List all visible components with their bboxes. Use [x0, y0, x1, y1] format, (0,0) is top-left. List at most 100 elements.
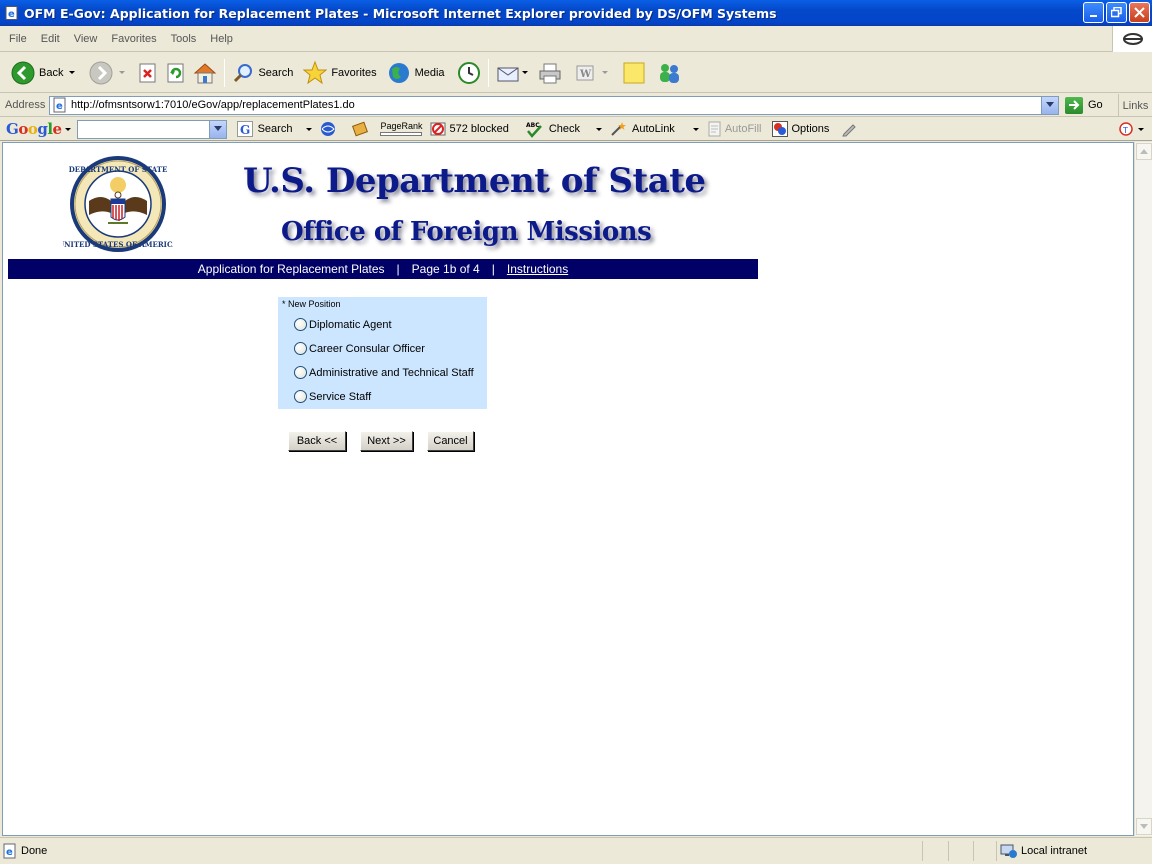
- edit-button[interactable]: W: [571, 57, 611, 89]
- svg-text:UNITED STATES OF AMERICA: UNITED STATES OF AMERICA: [63, 240, 173, 249]
- autolink-button[interactable]: AutoLink: [610, 121, 699, 137]
- radio-service-staff[interactable]: [294, 390, 307, 403]
- refresh-button[interactable]: [162, 57, 190, 89]
- menu-tools[interactable]: Tools: [164, 33, 204, 45]
- option-career-consular-officer[interactable]: Career Consular Officer: [294, 342, 425, 355]
- stop-button[interactable]: [134, 57, 162, 89]
- address-dropdown-button[interactable]: [1041, 96, 1058, 114]
- edit-dropdown-icon[interactable]: [601, 71, 608, 74]
- nav-separator: |: [396, 262, 400, 276]
- page-icon: e: [53, 97, 66, 113]
- restore-button[interactable]: [1106, 2, 1127, 23]
- google-highlight-button[interactable]: [352, 121, 370, 137]
- home-button[interactable]: [190, 57, 220, 89]
- radio-career-consular-officer[interactable]: [294, 342, 307, 355]
- history-button[interactable]: [454, 57, 484, 89]
- page-title: U.S. Department of State: [243, 161, 706, 201]
- mail-icon: [497, 67, 519, 81]
- address-input[interactable]: e http://ofmsntsorw1:7010/eGov/app/repla…: [49, 95, 1059, 115]
- popup-blocker-button[interactable]: 572 blocked: [430, 121, 509, 137]
- note-icon: [623, 62, 645, 83]
- go-button[interactable]: Go: [1065, 96, 1103, 114]
- menu-favorites[interactable]: Favorites: [104, 33, 163, 45]
- svg-text:W: W: [579, 69, 592, 80]
- page-nav-band: Application for Replacement Plates | Pag…: [8, 259, 758, 279]
- magic-wand-icon: [611, 122, 626, 136]
- instructions-link[interactable]: Instructions: [507, 262, 568, 276]
- toolbar-pencil-button[interactable]: [841, 121, 857, 137]
- forward-dropdown-icon[interactable]: [119, 71, 126, 74]
- google-news-button[interactable]: [320, 121, 336, 137]
- check-dropdown-icon[interactable]: [596, 127, 602, 131]
- menu-view[interactable]: View: [67, 33, 105, 45]
- address-url: http://ofmsntsorw1:7010/eGov/app/replace…: [71, 99, 355, 111]
- option-service-staff[interactable]: Service Staff: [294, 390, 371, 403]
- forward-arrow-icon: [89, 61, 113, 84]
- menu-edit[interactable]: Edit: [34, 33, 67, 45]
- messenger-button[interactable]: [653, 57, 685, 89]
- home-icon: [194, 62, 217, 83]
- forward-button[interactable]: [86, 57, 128, 89]
- search-button[interactable]: Search: [229, 57, 296, 89]
- google-search-dropdown-button[interactable]: [208, 120, 226, 138]
- minimize-button[interactable]: [1083, 2, 1104, 23]
- messenger-people-icon: [659, 63, 679, 83]
- google-search-input[interactable]: [76, 119, 227, 139]
- option-admin-technical-staff[interactable]: Administrative and Technical Staff: [294, 366, 474, 379]
- favorites-button[interactable]: Favorites: [300, 57, 379, 89]
- mail-button[interactable]: [493, 57, 531, 89]
- search-icon: [234, 63, 253, 82]
- page-subtitle: Office of Foreign Missions: [281, 217, 652, 247]
- option-diplomatic-agent[interactable]: Diplomatic Agent: [294, 318, 392, 331]
- windows-logo-icon: [1112, 26, 1152, 52]
- address-bar: Address e http://ofmsntsorw1:7010/eGov/a…: [0, 94, 1152, 117]
- back-button[interactable]: Back: [8, 57, 78, 89]
- spell-check-button[interactable]: ABC Check: [525, 120, 602, 138]
- radio-diplomatic-agent[interactable]: [294, 318, 307, 331]
- restore-icon: [1111, 7, 1122, 18]
- close-button[interactable]: [1129, 2, 1150, 23]
- page-done-icon: e: [3, 843, 16, 859]
- back-dropdown-icon[interactable]: [69, 71, 76, 74]
- links-button[interactable]: Links: [1118, 94, 1152, 117]
- pagerank-indicator[interactable]: PageRank: [380, 122, 422, 136]
- back-form-button[interactable]: Back <<: [288, 431, 346, 451]
- translate-button[interactable]: T: [1119, 121, 1144, 137]
- discuss-button[interactable]: [619, 57, 649, 89]
- security-zone[interactable]: Local intranet: [1000, 841, 1087, 861]
- google-toolbar: Google G Search PageRank 572 blocked ABC…: [0, 118, 1152, 141]
- word-edit-icon: W: [576, 65, 594, 80]
- globe-icon: [321, 122, 336, 136]
- new-position-label: * New Position: [282, 299, 341, 309]
- svg-text:e: e: [8, 9, 15, 20]
- next-form-button[interactable]: Next >>: [360, 431, 413, 451]
- media-button[interactable]: Media: [384, 57, 448, 89]
- google-menu-dropdown-icon[interactable]: [64, 127, 71, 131]
- scroll-down-button[interactable]: [1136, 818, 1152, 835]
- autofill-form-icon: [708, 121, 721, 137]
- translate-dropdown-icon[interactable]: [1138, 127, 1144, 131]
- cancel-form-button[interactable]: Cancel: [427, 431, 474, 451]
- menu-help[interactable]: Help: [203, 33, 240, 45]
- svg-text:G: G: [240, 123, 250, 137]
- scroll-up-button[interactable]: [1136, 143, 1152, 160]
- search-dropdown-icon[interactable]: [306, 127, 313, 131]
- print-button[interactable]: [535, 57, 565, 89]
- menu-file[interactable]: File: [0, 33, 34, 45]
- autofill-button[interactable]: AutoFill: [707, 121, 762, 137]
- status-bar: e Done Local intranet: [0, 837, 1152, 864]
- autolink-dropdown-icon[interactable]: [692, 127, 699, 131]
- options-button[interactable]: Options: [771, 121, 829, 137]
- mail-dropdown-icon[interactable]: [521, 71, 528, 74]
- go-arrow-icon: [1065, 96, 1083, 114]
- application-title: Application for Replacement Plates: [197, 262, 385, 276]
- google-search-button[interactable]: G Search: [236, 121, 313, 137]
- google-logo[interactable]: Google: [6, 120, 62, 138]
- ie-page-icon: e: [4, 5, 20, 21]
- vertical-scrollbar[interactable]: [1134, 142, 1152, 836]
- abc-check-icon: ABC: [526, 122, 542, 138]
- google-g-icon: G: [236, 121, 253, 137]
- radio-admin-technical-staff[interactable]: [294, 366, 307, 379]
- history-icon: [457, 61, 480, 84]
- refresh-icon: [167, 63, 184, 82]
